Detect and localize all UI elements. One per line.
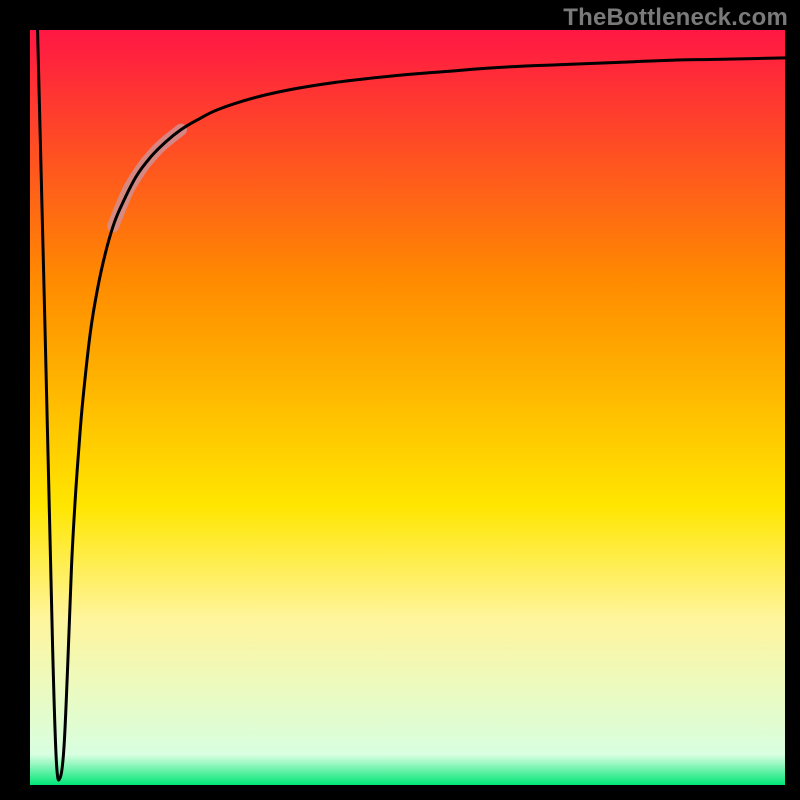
plot-area xyxy=(30,30,785,785)
chart-svg xyxy=(30,30,785,785)
chart-frame: TheBottleneck.com xyxy=(0,0,800,800)
gradient-background xyxy=(30,30,785,785)
watermark-text: TheBottleneck.com xyxy=(563,4,788,32)
